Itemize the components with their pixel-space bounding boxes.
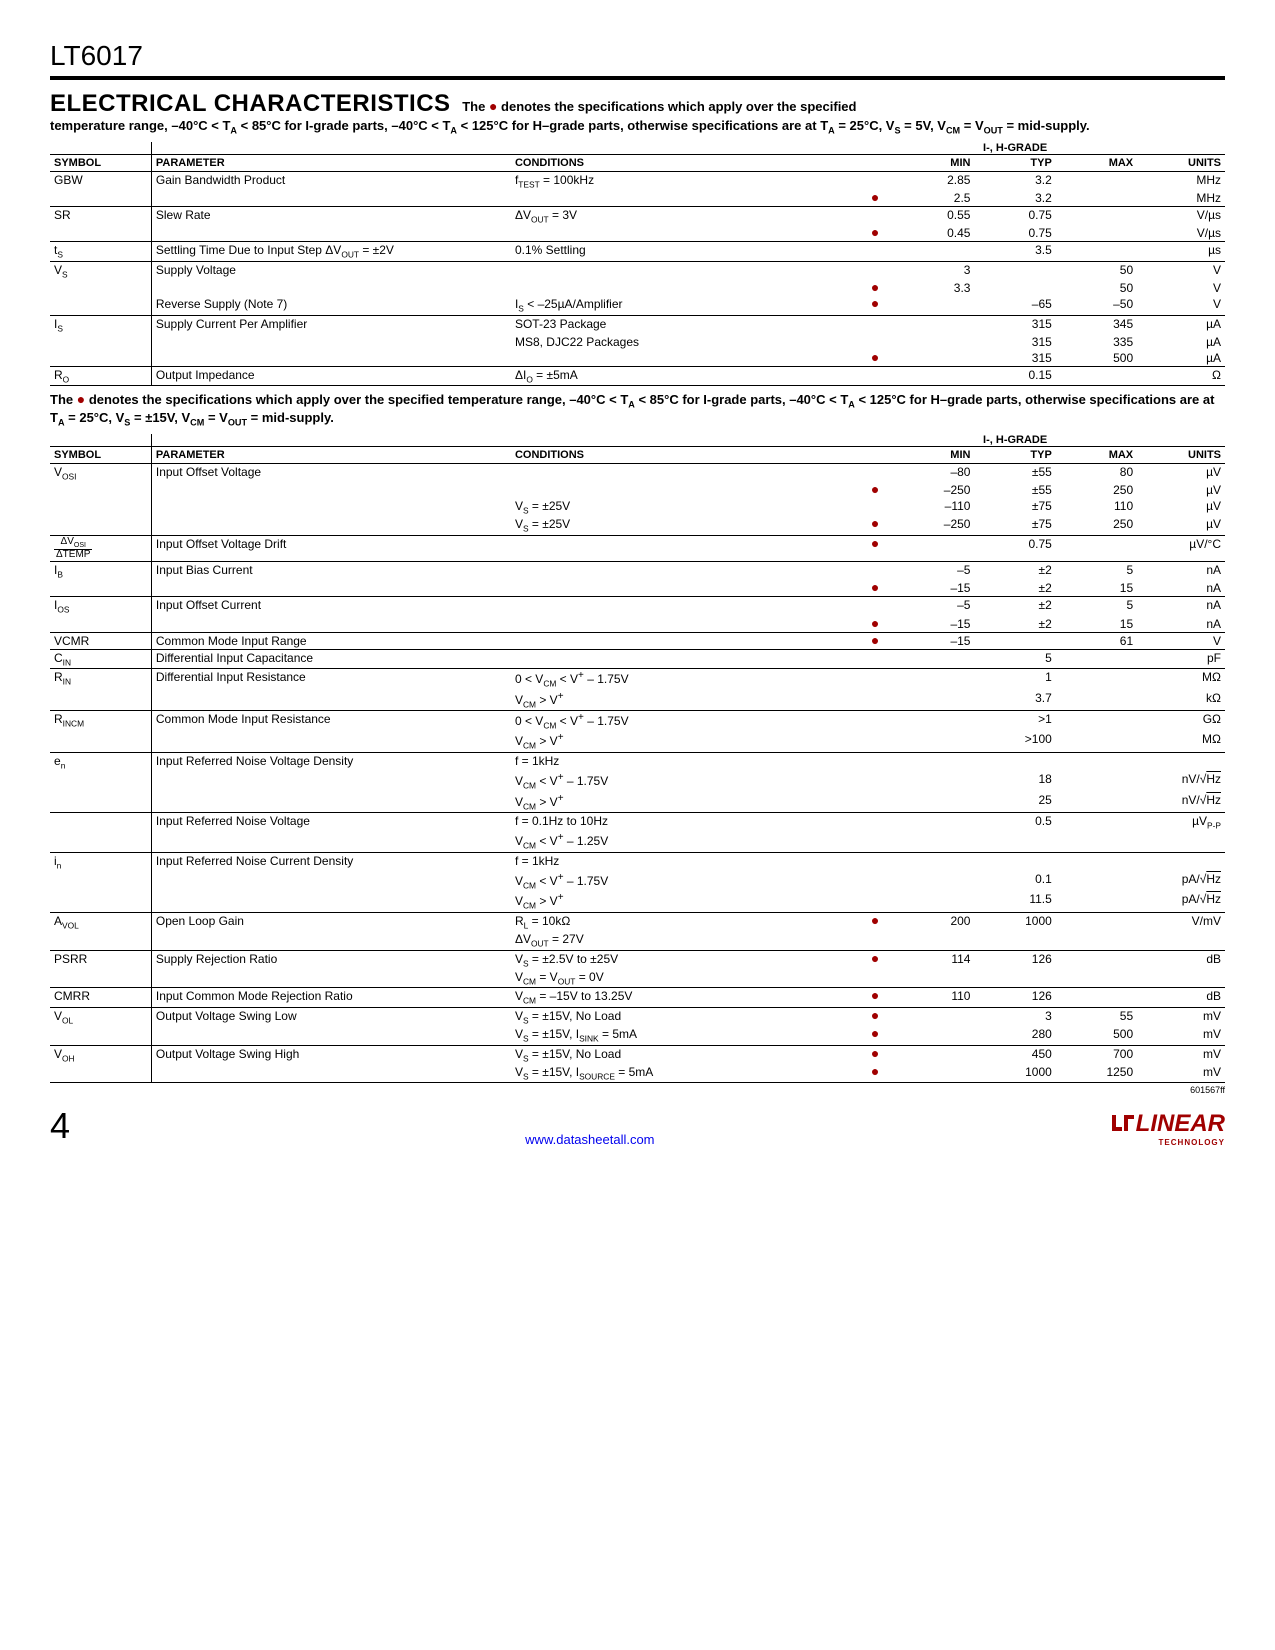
table-row: VOLOutput Voltage Swing LowVS = ±15V, No… bbox=[50, 1007, 1225, 1026]
table-row: CMRRInput Common Mode Rejection RatioVCM… bbox=[50, 988, 1225, 1007]
table-row: Input Referred Noise Voltagef = 0.1Hz to… bbox=[50, 812, 1225, 831]
hdr-typ: TYP bbox=[974, 154, 1055, 171]
hdr-min: MIN bbox=[893, 446, 974, 463]
grade-label: I-, H-GRADE bbox=[893, 142, 1137, 155]
table-row: IBInput Bias Current–5±25nA bbox=[50, 561, 1225, 580]
table-row: VS = ±15V, ISINK = 5mA●280500mV bbox=[50, 1026, 1225, 1045]
hdr-conditions: CONDITIONS bbox=[511, 446, 857, 463]
table-row: VOHOutput Voltage Swing HighVS = ±15V, N… bbox=[50, 1045, 1225, 1064]
table-row: PSRRSupply Rejection RatioVS = ±2.5V to … bbox=[50, 950, 1225, 969]
hdr-units: UNITS bbox=[1137, 154, 1225, 171]
table-row: VCM < V+ – 1.25V bbox=[50, 831, 1225, 852]
table-row: VCM < V+ – 1.75V18nV/√Hz bbox=[50, 771, 1225, 791]
mid-note: The ● denotes the specifications which a… bbox=[50, 392, 1225, 427]
hdr-conditions: CONDITIONS bbox=[511, 154, 857, 171]
bullet-icon: ● bbox=[871, 295, 879, 311]
hdr-parameter: PARAMETER bbox=[151, 154, 511, 171]
table-row: GBWGain Bandwidth ProductfTEST = 100kHz2… bbox=[50, 171, 1225, 190]
bullet-icon: ● bbox=[871, 632, 879, 648]
grade-label: I-, H-GRADE bbox=[893, 434, 1137, 447]
section-note-block: temperature range, –40°C < TA < 85°C for… bbox=[50, 118, 1225, 136]
table-row: RINDifferential Input Resistance0 < VCM … bbox=[50, 669, 1225, 690]
linear-logo: LINEAR TECHNOLOGY bbox=[1110, 1110, 1225, 1147]
table-row: VCM > V+3.7kΩ bbox=[50, 690, 1225, 711]
hdr-max: MAX bbox=[1056, 446, 1137, 463]
bullet-icon: ● bbox=[871, 535, 879, 551]
hdr-units: UNITS bbox=[1137, 446, 1225, 463]
spec-table-1: I-, H-GRADE SYMBOL PARAMETER CONDITIONS … bbox=[50, 142, 1225, 387]
bullet-icon: ● bbox=[871, 950, 879, 966]
table-row: SRSlew RateΔVOUT = 3V0.550.75V/µs bbox=[50, 206, 1225, 225]
section-note-inline: The ● denotes the specifications which a… bbox=[455, 99, 856, 114]
table-row: VCM > V+25nV/√Hz bbox=[50, 792, 1225, 813]
bullet-icon: ● bbox=[871, 224, 879, 240]
hdr-max: MAX bbox=[1056, 154, 1137, 171]
table-row: ISSupply Current Per AmplifierSOT-23 Pac… bbox=[50, 315, 1225, 334]
table-row: ●–15±215nA bbox=[50, 580, 1225, 597]
table-row: ●3.350V bbox=[50, 280, 1225, 296]
table-row: AVOLOpen Loop GainRL = 10kΩ●2001000V/mV bbox=[50, 912, 1225, 931]
hdr-min: MIN bbox=[893, 154, 974, 171]
hdr-parameter: PARAMETER bbox=[151, 446, 511, 463]
section-header: ELECTRICAL CHARACTERISTICS The ● denotes… bbox=[50, 90, 1225, 118]
table-row: IOSInput Offset Current–5±25nA bbox=[50, 597, 1225, 616]
table-row: VCMRCommon Mode Input Range●–1561V bbox=[50, 632, 1225, 649]
hdr-symbol: SYMBOL bbox=[50, 446, 151, 463]
bullet-icon: ● bbox=[871, 1045, 879, 1061]
bullet-icon: ● bbox=[871, 279, 879, 295]
table-row: ROOutput ImpedanceΔIO = ±5mA0.15Ω bbox=[50, 366, 1225, 385]
bullet-icon: ● bbox=[871, 1007, 879, 1023]
table-row: Reverse Supply (Note 7)IS < –25µA/Amplif… bbox=[50, 296, 1225, 315]
page-number: 4 bbox=[50, 1105, 70, 1147]
table-row: ●2.53.2MHz bbox=[50, 190, 1225, 207]
doc-id: 601567ff bbox=[50, 1085, 1225, 1095]
bullet-icon: ● bbox=[871, 481, 879, 497]
hdr-typ: TYP bbox=[974, 446, 1055, 463]
bullet-icon: ● bbox=[871, 579, 879, 595]
bullet-icon: ● bbox=[871, 189, 879, 205]
table-row: ●–15±215nA bbox=[50, 616, 1225, 633]
bullet-icon: ● bbox=[871, 349, 879, 365]
table-row: CINDifferential Input Capacitance5pF bbox=[50, 649, 1225, 668]
table-row: VCM > V+11.5pA/√Hz bbox=[50, 891, 1225, 912]
table-row: tSSettling Time Due to Input Step ΔVOUT … bbox=[50, 242, 1225, 261]
bullet-icon: ● bbox=[871, 615, 879, 631]
bullet-icon: ● bbox=[871, 987, 879, 1003]
table-row: VCM > V+>100MΩ bbox=[50, 731, 1225, 752]
bullet-icon: ● bbox=[871, 1025, 879, 1041]
table-row: VSSupply Voltage350V bbox=[50, 261, 1225, 280]
table-row: ΔVOUT = 27V bbox=[50, 931, 1225, 950]
table-row: ●315500µA bbox=[50, 350, 1225, 367]
bullet-icon: ● bbox=[871, 912, 879, 928]
spec-table-2: I-, H-GRADE SYMBOL PARAMETER CONDITIONS … bbox=[50, 434, 1225, 1084]
part-number: LT6017 bbox=[50, 40, 1225, 80]
table-row: VS = ±25V●–250±75250µV bbox=[50, 516, 1225, 535]
table-row: inInput Referred Noise Current Densityf … bbox=[50, 852, 1225, 871]
table-row: ●0.450.75V/µs bbox=[50, 225, 1225, 242]
table-row: VS = ±15V, ISOURCE = 5mA●10001250mV bbox=[50, 1064, 1225, 1083]
table-row: RINCMCommon Mode Input Resistance0 < VCM… bbox=[50, 710, 1225, 731]
table-row: ΔVOSIΔTEMPInput Offset Voltage Drift●0.7… bbox=[50, 535, 1225, 561]
table-row: ●–250±55250µV bbox=[50, 482, 1225, 498]
bullet-icon: ● bbox=[871, 1063, 879, 1079]
table-row: MS8, DJC22 Packages315335µA bbox=[50, 334, 1225, 350]
footer-link[interactable]: www.datasheetall.com bbox=[70, 1132, 1110, 1147]
bullet-icon: ● bbox=[871, 515, 879, 531]
footer: 4 www.datasheetall.com LINEAR TECHNOLOGY bbox=[50, 1105, 1225, 1147]
table-row: VCM = VOUT = 0V bbox=[50, 969, 1225, 988]
table-row: VCM < V+ – 1.75V0.1pA/√Hz bbox=[50, 871, 1225, 891]
section-title: ELECTRICAL CHARACTERISTICS bbox=[50, 90, 451, 117]
table-row: VOSIInput Offset Voltage–80±5580µV bbox=[50, 463, 1225, 482]
table-row: enInput Referred Noise Voltage Densityf … bbox=[50, 752, 1225, 771]
hdr-symbol: SYMBOL bbox=[50, 154, 151, 171]
table-row: VS = ±25V–110±75110µV bbox=[50, 498, 1225, 516]
